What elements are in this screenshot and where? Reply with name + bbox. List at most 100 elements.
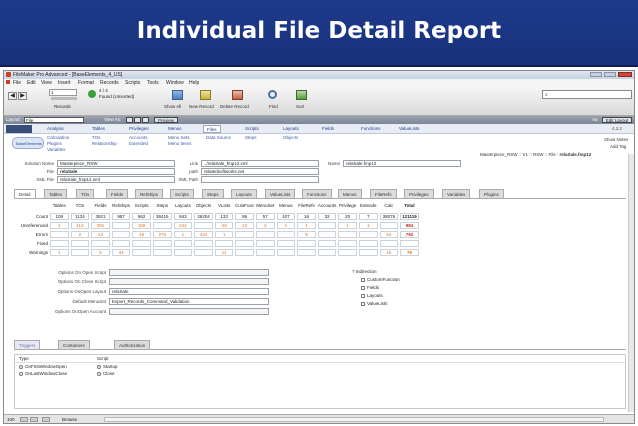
sort-button[interactable]: Sort bbox=[296, 104, 304, 109]
find-icon[interactable] bbox=[268, 90, 277, 99]
subnav-steps[interactable]: Steps bbox=[245, 135, 257, 140]
stats-cell: 244 bbox=[173, 222, 193, 229]
solution-name-field[interactable]: Masterpiece_RSW bbox=[57, 160, 175, 167]
record-number-field[interactable]: 1 bbox=[49, 89, 77, 96]
nav-tab-fields[interactable]: Fields bbox=[319, 125, 337, 133]
subnav-accounts[interactable]: Accounts bbox=[129, 135, 148, 140]
home-button[interactable] bbox=[6, 125, 32, 133]
prev-record-button[interactable]: ◀ bbox=[8, 92, 17, 100]
trigger-script[interactable]: Close bbox=[97, 371, 115, 376]
add-tag-link[interactable]: Add Tag bbox=[610, 144, 626, 149]
nav-tab-tables[interactable]: Tables bbox=[89, 125, 108, 133]
nav-tab-functions[interactable]: Functions bbox=[358, 125, 384, 133]
trigger-type[interactable]: OnFirstWindowOpen bbox=[19, 364, 67, 369]
subnav-tos[interactable]: TOs bbox=[92, 135, 100, 140]
delete-record-icon[interactable] bbox=[232, 90, 243, 100]
tab-relships[interactable]: RelShips bbox=[135, 189, 164, 198]
next-record-button[interactable]: ▶ bbox=[18, 92, 27, 100]
tab-detail[interactable]: Detail bbox=[14, 189, 36, 198]
file-field[interactable]: relaSale bbox=[57, 168, 175, 175]
horizontal-scrollbar[interactable] bbox=[104, 417, 604, 422]
nav-tab-layouts[interactable]: Layouts bbox=[280, 125, 302, 133]
nav-tab-analysis[interactable]: Analysis bbox=[44, 125, 67, 133]
stats-column-header: Calc bbox=[384, 203, 394, 208]
maximize-button[interactable] bbox=[604, 72, 616, 77]
tab-steps[interactable]: Steps bbox=[202, 189, 224, 198]
minimize-button[interactable] bbox=[590, 72, 602, 77]
new-record-icon[interactable] bbox=[200, 90, 211, 100]
trigger-type[interactable]: OnLastWindowClose bbox=[19, 371, 67, 376]
indirection-item[interactable]: Fields bbox=[361, 285, 379, 290]
find-button[interactable]: Find bbox=[269, 104, 278, 109]
tab-menus[interactable]: Menus bbox=[338, 189, 362, 198]
name-field[interactable]: relaSale.fmp12 bbox=[343, 160, 461, 167]
subnav-data-source[interactable]: Data Source bbox=[206, 135, 231, 140]
quick-find-input[interactable]: ⌕ bbox=[542, 90, 632, 99]
close-button[interactable] bbox=[618, 72, 632, 77]
tab-plugins[interactable]: Plugins bbox=[479, 189, 504, 198]
nav-tab-files[interactable]: Files bbox=[203, 125, 221, 133]
zoom-out-button[interactable] bbox=[20, 417, 28, 422]
layout-menu[interactable]: File bbox=[24, 117, 84, 123]
tab-tables[interactable]: Tables bbox=[44, 189, 68, 198]
xml-file-field[interactable]: relaSale_fmp12.xml bbox=[57, 176, 175, 183]
subnav-relationship[interactable]: Relationship bbox=[92, 141, 117, 146]
zoom-in-button[interactable] bbox=[30, 417, 38, 422]
on-open-layout-field[interactable]: relaSale bbox=[109, 288, 269, 295]
nav-tab-valuelists[interactable]: ValueLists bbox=[396, 125, 422, 133]
tab-variables[interactable]: Variables bbox=[442, 189, 471, 198]
tab-functions[interactable]: Functions bbox=[302, 189, 332, 198]
checkbox-icon bbox=[361, 285, 365, 290]
show-all-icon[interactable] bbox=[172, 90, 183, 100]
stats-cell bbox=[173, 249, 193, 256]
tab-triggers[interactable]: Triggers bbox=[14, 340, 41, 349]
slide-title: Individual File Detail Report bbox=[136, 18, 502, 44]
tab-privileges[interactable]: Privileges bbox=[404, 189, 434, 198]
tab-scripts[interactable]: Scripts bbox=[170, 189, 194, 198]
subnav-variables[interactable]: Variables bbox=[47, 147, 65, 152]
on-open-account-field[interactable] bbox=[109, 308, 269, 315]
on-open-script-field[interactable] bbox=[109, 269, 269, 276]
tab-layouts[interactable]: Layouts bbox=[231, 189, 257, 198]
new-record-button[interactable]: New Record bbox=[189, 104, 214, 109]
subnav-extended[interactable]: Extended bbox=[129, 141, 148, 146]
on-close-script-field[interactable] bbox=[109, 278, 269, 285]
sort-icon[interactable] bbox=[296, 90, 307, 100]
subnav-menu-items[interactable]: Menu Items bbox=[168, 141, 192, 146]
toggle-toolbar-button[interactable] bbox=[42, 417, 50, 422]
subnav-calculation[interactable]: Calculation bbox=[47, 135, 69, 140]
show-notes-link[interactable]: Show Notes bbox=[604, 137, 628, 142]
path-field[interactable]: relatedsoftworks.net bbox=[201, 168, 319, 175]
nav-tab-scripts[interactable]: Scripts bbox=[242, 125, 262, 133]
tab-filerefs[interactable]: FileRefs bbox=[370, 189, 397, 198]
indirection-item[interactable]: Layouts bbox=[361, 293, 383, 298]
zoom-level[interactable]: 100 bbox=[7, 417, 15, 422]
nav-tab-menus[interactable]: Menus bbox=[165, 125, 185, 133]
tab-valuelists[interactable]: ValueLists bbox=[265, 189, 296, 198]
default-menuset-field[interactable]: Export_Records_Command_Validation bbox=[109, 298, 269, 305]
delete-record-button[interactable]: Delete Record bbox=[220, 104, 249, 109]
xml-path-field[interactable] bbox=[201, 176, 319, 183]
show-all-button[interactable]: Show All bbox=[164, 104, 181, 109]
indirection-item[interactable]: ValueLists bbox=[361, 301, 387, 306]
indirection-item[interactable]: CustomFunction bbox=[361, 277, 400, 282]
tab-containers[interactable]: Containers bbox=[58, 340, 90, 349]
vertical-scrollbar[interactable] bbox=[628, 154, 634, 412]
nav-tab-privileges[interactable]: Privileges bbox=[126, 125, 152, 133]
preview-button[interactable]: Preview bbox=[154, 117, 178, 123]
list-view-button[interactable] bbox=[134, 117, 141, 123]
subnav-plugins[interactable]: Plugins bbox=[47, 141, 62, 146]
formatting-bar-toggle[interactable]: Aa bbox=[592, 117, 598, 122]
link-field[interactable]: ../relaSale_fmp12.xml bbox=[201, 160, 319, 167]
subnav-menu-sets[interactable]: Menu Sets bbox=[168, 135, 190, 140]
subnav-objects[interactable]: Objects bbox=[283, 135, 298, 140]
edit-layout-button[interactable]: Edit Layout bbox=[602, 117, 632, 123]
tab-tos[interactable]: TOs bbox=[76, 189, 95, 198]
form-view-button[interactable] bbox=[126, 117, 133, 123]
tab-authorization[interactable]: Authorization bbox=[114, 340, 151, 349]
mode-label[interactable]: Browse bbox=[62, 417, 77, 422]
tab-fields[interactable]: Fields bbox=[106, 189, 129, 198]
trigger-script[interactable]: Startup bbox=[97, 364, 118, 369]
table-view-button[interactable] bbox=[142, 117, 149, 123]
record-slider[interactable] bbox=[51, 97, 77, 100]
